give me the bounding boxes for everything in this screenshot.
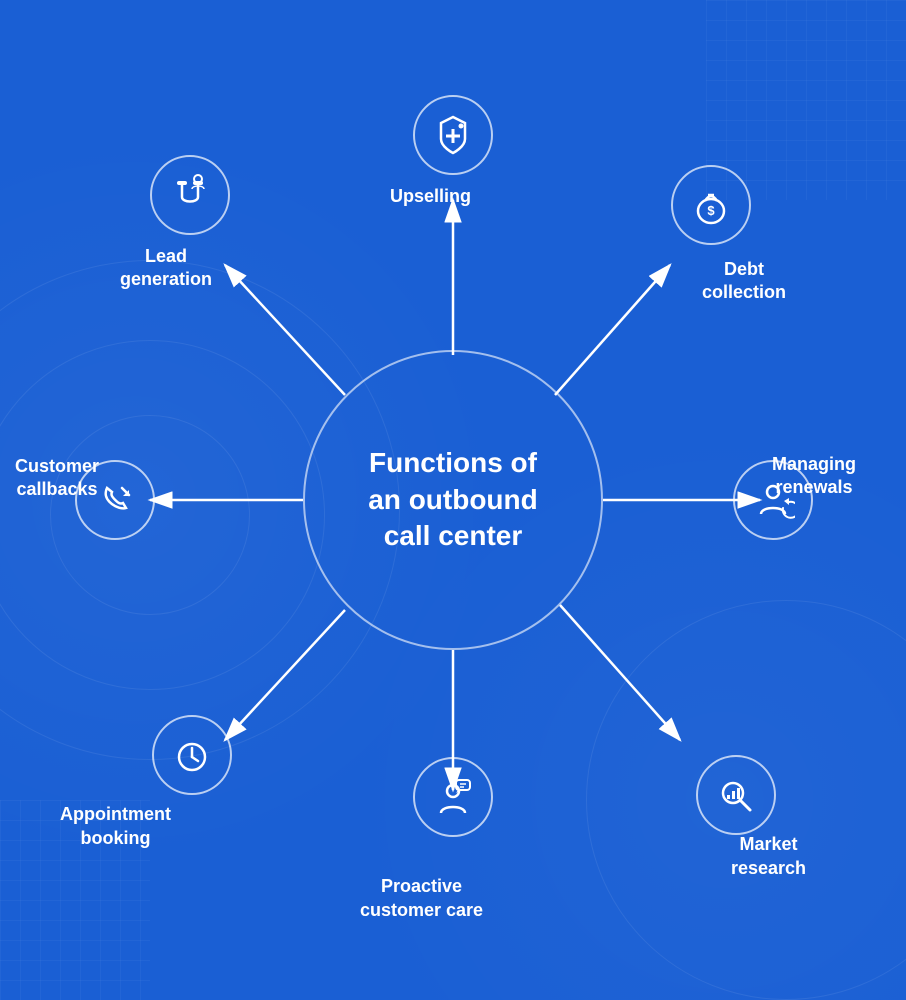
upselling-icon-circle xyxy=(413,95,493,175)
center-line1: Functions of xyxy=(369,447,537,478)
managing-renewals-label: Managingrenewals xyxy=(772,453,856,500)
upselling-icon xyxy=(431,113,475,157)
lead-generation-icon-circle xyxy=(150,155,230,235)
grid-decoration-top xyxy=(706,0,906,200)
center-line3: call center xyxy=(384,520,523,551)
customer-callbacks-label: Customercallbacks xyxy=(15,455,99,502)
center-line2: an outbound xyxy=(368,484,538,515)
appointment-booking-icon-circle xyxy=(152,715,232,795)
customer-callbacks-icon xyxy=(93,478,137,522)
main-container: Functions of an outbound call center Ups… xyxy=(0,0,906,1000)
appointment-booking-label: Appointmentbooking xyxy=(60,803,171,850)
debt-collection-icon: $ xyxy=(689,183,733,227)
lead-generation-label: Leadgeneration xyxy=(120,245,212,292)
debt-collection-icon-circle: $ xyxy=(671,165,751,245)
market-research-label: Marketresearch xyxy=(731,833,806,880)
debt-collection-label: Debtcollection xyxy=(702,258,786,305)
lead-generation-icon xyxy=(168,173,212,217)
proactive-customer-care-icon-circle xyxy=(413,757,493,837)
upselling-label: Upselling xyxy=(390,185,471,208)
appointment-booking-icon xyxy=(170,733,214,777)
center-title: Functions of an outbound call center xyxy=(358,435,548,564)
market-research-icon xyxy=(714,773,758,817)
proactive-customer-care-label: Proactivecustomer care xyxy=(360,875,483,922)
market-research-icon-circle xyxy=(696,755,776,835)
proactive-customer-care-icon xyxy=(431,775,475,819)
center-circle: Functions of an outbound call center xyxy=(303,350,603,650)
svg-text:$: $ xyxy=(707,203,715,218)
